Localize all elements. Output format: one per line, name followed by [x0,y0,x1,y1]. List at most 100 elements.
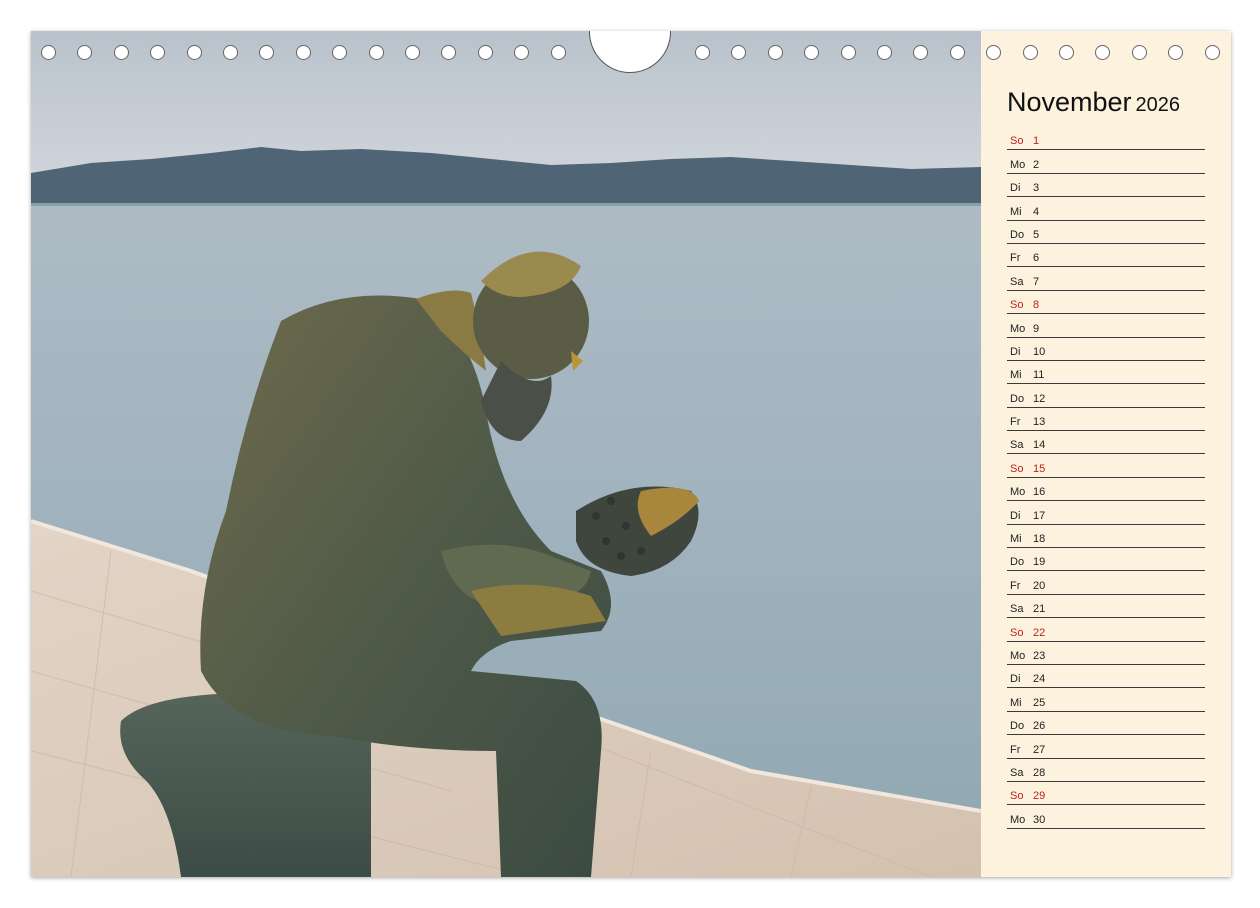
weekday-label: Mo [1010,158,1026,171]
day-row: Mi 18 [1007,525,1205,549]
day-number: 19 [1033,556,1046,569]
binding-hole [986,45,1002,60]
weekday-label: Sa [1010,766,1024,779]
binding-hole [113,45,129,60]
photo [31,31,981,877]
weekday-label: Di [1010,345,1021,358]
day-row: So 1 [1007,127,1205,151]
statue-photo [31,31,981,877]
binding-hole [186,45,202,60]
day-row: Mo 23 [1007,642,1205,665]
day-number: 22 [1033,626,1046,639]
day-row: So 8 [1007,291,1205,315]
day-row: Mi 25 [1007,688,1205,712]
day-number: 4 [1033,205,1040,218]
day-row: Sa 28 [1007,759,1205,782]
day-number: 23 [1033,649,1046,662]
day-row: So 15 [1007,454,1205,478]
binding-hole [1168,45,1184,60]
weekday-label: Mo [1010,813,1026,826]
day-row: Fr 20 [1007,571,1205,595]
day-row: Do 26 [1007,712,1205,736]
binding-hole [368,45,384,60]
binding-hole [441,45,457,60]
weekday-label: Sa [1010,439,1024,452]
day-row: Mo 30 [1007,805,1205,829]
binding-hole [41,45,56,60]
day-number: 10 [1033,345,1046,358]
day-number: 26 [1033,720,1046,733]
day-row: Mo 2 [1007,150,1205,174]
day-number: 12 [1033,392,1046,405]
weekday-label: Mi [1010,205,1022,218]
day-number: 13 [1033,416,1046,429]
binding-hole [295,45,311,60]
day-row: Mi 4 [1007,197,1205,221]
weekday-label: Fr [1010,743,1021,756]
day-row: Sa 7 [1007,267,1205,291]
binding-hole [223,45,238,60]
day-number: 25 [1033,696,1046,709]
day-number: 2 [1033,158,1040,171]
day-number: 9 [1033,322,1040,335]
binding-hole [405,45,420,60]
weekday-label: Mo [1010,322,1026,335]
weekday-label: Do [1010,556,1025,569]
day-number: 30 [1033,813,1046,826]
binding-hole [1095,45,1111,60]
day-row: Do 12 [1007,384,1205,408]
day-row: So 22 [1007,618,1205,642]
day-row: Di 17 [1007,501,1205,525]
weekday-label: Di [1010,673,1021,686]
binding-hole [877,45,892,60]
day-row: Sa 21 [1007,595,1205,619]
binding-hole [150,45,166,60]
day-row: Mi 11 [1007,361,1205,385]
year-label: 2026 [1135,94,1181,116]
weekday-label: Do [1010,228,1025,241]
day-row: Di 24 [1007,665,1205,689]
binding-hole [695,45,710,60]
binding-hole [767,45,783,60]
weekday-label: Mo [1010,486,1026,499]
binding-hole [840,45,856,60]
binding-hole [550,45,566,60]
binding-hole [477,45,493,60]
day-number: 27 [1033,743,1046,756]
weekday-label: Mi [1010,696,1022,709]
binding-hole [77,45,93,60]
weekday-label: Di [1010,509,1021,522]
day-row: Di 3 [1007,174,1205,198]
binding-hole [731,45,747,60]
weekday-label: Mo [1010,649,1026,662]
weekday-label: So [1010,299,1024,312]
day-number: 20 [1033,579,1046,592]
day-number: 11 [1033,369,1045,382]
day-number: 16 [1033,486,1046,499]
day-row: Do 19 [1007,548,1205,572]
day-row: Fr 13 [1007,408,1205,432]
weekday-label: So [1010,790,1024,803]
binding-hole [949,45,965,60]
day-number: 1 [1033,135,1040,148]
day-number: 8 [1033,299,1040,312]
day-number: 5 [1033,228,1040,241]
day-number: 7 [1033,275,1040,288]
day-number: 3 [1033,182,1040,195]
weekday-label: Do [1010,720,1025,733]
weekday-label: Sa [1010,275,1024,288]
day-row: Fr 6 [1007,244,1205,268]
binding-hole [1204,45,1220,60]
day-number: 14 [1033,439,1046,452]
weekday-label: Do [1010,392,1025,405]
binding-hole [913,45,929,60]
weekday-label: Fr [1010,252,1021,265]
day-list: So 1 Mo 2 Di 3 Mi 4 Do 5 Fr 6 Sa 7 So 8 Mo 9 Di 10 Mi 11 Do 12 F… [1007,127,1205,829]
day-row: Sa 14 [1007,431,1205,455]
weekday-label: Fr [1010,579,1021,592]
binding-hole [259,45,275,60]
binding-hole [1059,45,1074,60]
weekday-label: Sa [1010,603,1024,616]
weekday-label: Mi [1010,533,1022,546]
day-row: Di 10 [1007,338,1205,361]
